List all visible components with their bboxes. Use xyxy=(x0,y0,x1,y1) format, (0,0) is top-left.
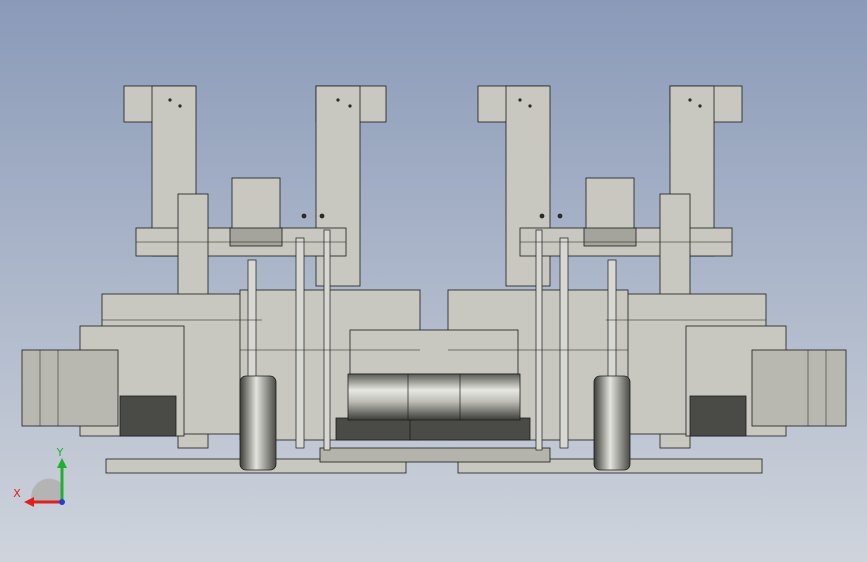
y-axis-label: Y xyxy=(56,446,64,459)
y-axis-arrow xyxy=(57,458,67,468)
triad-plane xyxy=(31,478,62,502)
orientation-triad: Y X xyxy=(13,446,67,507)
x-axis-arrow xyxy=(24,497,34,507)
z-axis xyxy=(59,499,65,505)
cad-viewport[interactable]: Y X xyxy=(0,0,867,562)
x-axis-label: X xyxy=(13,487,21,500)
